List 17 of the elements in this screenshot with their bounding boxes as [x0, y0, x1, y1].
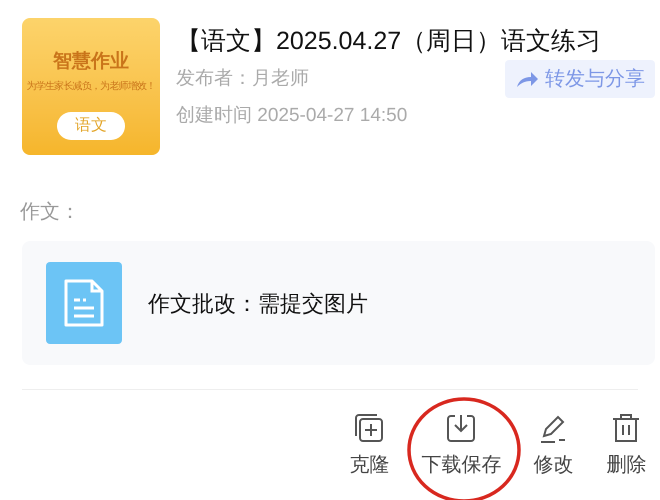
share-arrow-icon — [515, 70, 539, 88]
publisher-text: 发布者：月老师 — [176, 66, 309, 91]
thumbnail-slogan: 为学生家长减负，为老师增效！ — [26, 80, 156, 94]
thumbnail-title: 智慧作业 — [53, 50, 129, 74]
attachment-card[interactable]: 作文批改：需提交图片 — [22, 241, 655, 365]
add-copy-icon — [353, 412, 386, 444]
document-icon — [46, 262, 122, 344]
action-button[interactable]: 删除 — [592, 412, 660, 480]
attachment-title: 作文批改：需提交图片 — [148, 290, 368, 318]
subject-pill: 语文 — [57, 112, 125, 140]
section-label: 作文： — [20, 200, 80, 225]
created-time: 创建时间 2025-04-27 14:50 — [176, 104, 408, 128]
action-button[interactable]: 修改 — [514, 412, 593, 480]
assignment-title: 【语文】2025.04.27（周日）语文练习 — [176, 26, 602, 57]
download-icon — [445, 412, 478, 444]
trash-icon — [611, 412, 642, 444]
action-button[interactable]: 克隆 — [330, 412, 409, 480]
